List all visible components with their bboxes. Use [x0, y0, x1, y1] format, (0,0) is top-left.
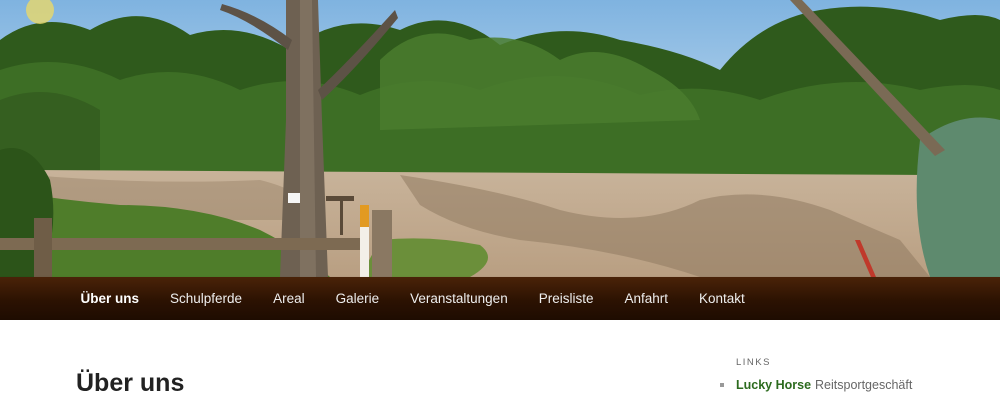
- content-area: Über uns LINKS Lucky Horse Reitsportgesc…: [0, 320, 1000, 400]
- link-lucky-horse[interactable]: Lucky Horse: [736, 378, 811, 392]
- links-list: Lucky Horse Reitsportgeschäft: [720, 378, 912, 392]
- link-description: Reitsportgeschäft: [815, 378, 913, 392]
- nav-item-veranstaltungen[interactable]: Veranstaltungen: [395, 277, 524, 320]
- bullet-icon: [720, 383, 724, 387]
- nav-item-galerie[interactable]: Galerie: [320, 277, 395, 320]
- nav-item-areal[interactable]: Areal: [258, 277, 321, 320]
- riding-arena-photo: [0, 0, 1000, 277]
- nav-item-ueber-uns[interactable]: Über uns: [65, 277, 155, 320]
- nav-item-anfahrt[interactable]: Anfahrt: [609, 277, 684, 320]
- nav-item-kontakt[interactable]: Kontakt: [684, 277, 761, 320]
- main-navigation: Über uns Schulpferde Areal Galerie Veran…: [0, 277, 1000, 320]
- header-image: [0, 0, 1000, 277]
- list-item: Lucky Horse Reitsportgeschäft: [720, 378, 912, 392]
- nav-item-preisliste[interactable]: Preisliste: [523, 277, 609, 320]
- nav-item-schulpferde[interactable]: Schulpferde: [155, 277, 258, 320]
- page-title: Über uns: [76, 369, 185, 397]
- links-widget-title: LINKS: [736, 357, 771, 368]
